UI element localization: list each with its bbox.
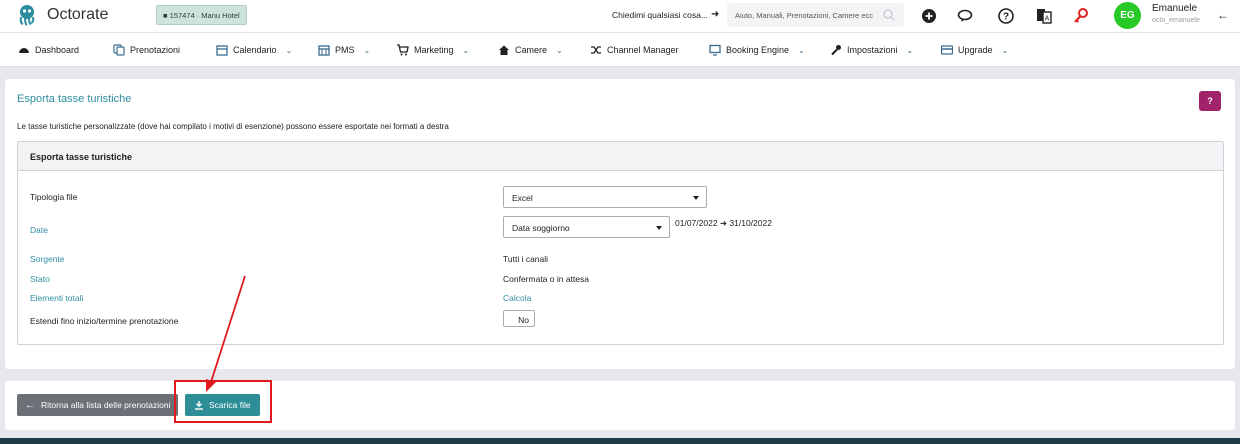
date-type-select[interactable]: Data soggiorno [503,216,670,238]
nav-label: Prenotazioni [130,45,181,55]
chevron-down-icon: ⌄ [906,45,914,55]
nav-pms[interactable]: PMS ⌄ [318,33,370,67]
source-value: Tutti i canali [503,254,549,264]
chevron-down-icon: ⌄ [462,45,470,55]
chevron-down-icon: ⌄ [798,45,805,55]
nav-channel-manager[interactable]: Channel Manager [590,33,679,67]
search-input[interactable]: Aiuto, Manuali, Prenotazioni, Camere ecc [735,11,875,20]
nav-camere[interactable]: Camere ⌄ [498,33,563,67]
back-to-bookings-button[interactable]: ← Ritorna alla lista delle prenotazioni [17,394,179,416]
help-button[interactable]: ? [1199,91,1221,111]
key-icon[interactable] [1072,7,1090,25]
date-type-value: Data soggiorno [512,223,570,233]
extend-label: Estendi fino inizio/termine prenotazione [30,316,179,326]
caret-down-icon [693,196,699,200]
chevron-down-icon: ⌄ [1001,45,1009,55]
file-type-label: Tipologia file [30,192,78,202]
arrow-right-icon: ➜ [711,9,720,20]
arrow-left-icon: ← [25,399,35,411]
chevron-down-icon: ⌄ [556,45,563,55]
nav-calendario[interactable]: Calendario ⌄ [216,33,292,67]
avatar[interactable]: EG [1114,2,1141,29]
plus-icon[interactable] [920,7,938,25]
nav-label: Booking Engine [726,45,790,55]
chat-icon[interactable] [957,7,975,25]
bottom-strip [0,438,1240,444]
nav-label: Calendario [233,45,277,55]
chevron-down-icon: ⌄ [363,45,371,55]
brand-name[interactable]: Octorate [47,6,108,24]
nav-prenotazioni[interactable]: Prenotazioni [113,33,180,67]
date-range[interactable]: 01/07/2022 ➜ 31/10/2022 [675,218,772,229]
nav-dashboard[interactable]: Dashboard [18,33,79,67]
calendar-icon [216,45,228,56]
status-value: Confermata o in attesa [503,274,589,284]
top-bar: Octorate ■ 157474 · Manu Hotel Chiedimi … [0,0,1240,33]
nav-marketing[interactable]: Marketing ⌄ [397,33,469,67]
source-label[interactable]: Sorgente [30,254,65,264]
main-nav: Dashboard Prenotazioni Calendario ⌄ PMS … [0,33,1240,67]
calculate-link[interactable]: Calcola [503,293,531,303]
dates-label[interactable]: Date [30,225,48,235]
card-icon [941,45,953,55]
nav-upgrade[interactable]: Upgrade ⌄ [941,33,1008,67]
home-icon [499,45,509,55]
nav-label: Upgrade [958,45,993,55]
toggle-value: No [518,315,529,325]
nav-label: Camere [515,45,548,55]
translate-icon[interactable]: A [1035,7,1053,25]
extend-toggle[interactable]: No [503,310,535,327]
page-title: Esporta tasse turistiche [17,93,132,105]
logout-icon[interactable]: ← [1217,8,1229,22]
octopus-logo-icon[interactable] [16,4,38,26]
ask-prompt: Chiedimi qualsiasi cosa... [612,10,708,20]
panel-header: Esporta tasse turistiche [18,142,1223,171]
user-name[interactable]: Emanuele [1152,3,1197,14]
total-items-label[interactable]: Elementi totali [30,293,83,303]
file-type-value: Excel [512,193,533,203]
bookings-icon [113,44,125,56]
date-to[interactable]: 31/10/2022 [729,218,772,228]
shuffle-icon [591,46,601,54]
caret-down-icon [656,226,662,230]
file-type-select[interactable]: Excel [503,186,707,208]
pms-icon [318,45,330,56]
nav-label: Dashboard [35,45,80,55]
nav-label: Channel Manager [607,45,679,55]
arrow-right-icon: ➜ [719,218,730,228]
help-icon[interactable]: ? [997,7,1015,25]
export-card: Esporta tasse turistiche ? Le tasse turi… [5,79,1235,369]
panel-title: Esporta tasse turistiche [30,152,133,162]
search-icon[interactable] [882,8,896,22]
highlight-box [174,380,272,423]
svg-text:A: A [1045,16,1050,23]
svg-text:?: ? [1003,12,1009,23]
nav-impostazioni[interactable]: Impostazioni ⌄ [830,33,913,67]
page-description: Le tasse turistiche personalizzate (dove… [17,122,449,131]
chevron-down-icon: ⌄ [285,45,293,55]
dashboard-icon [19,48,29,53]
export-panel: Esporta tasse turistiche Tipologia file … [17,141,1224,345]
status-label[interactable]: Stato [30,274,50,284]
cart-icon [397,44,409,56]
hotel-selector[interactable]: ■ 157474 · Manu Hotel [156,5,247,25]
user-handle: octo_emanuele [1152,17,1200,24]
nav-label: PMS [335,45,355,55]
back-button-label: Ritorna alla lista delle prenotazioni [41,400,171,410]
nav-label: Marketing [414,45,454,55]
monitor-icon [709,44,721,56]
wrench-icon [831,45,841,56]
date-from[interactable]: 01/07/2022 [675,218,718,228]
nav-label: Impostazioni [847,45,898,55]
nav-booking-engine[interactable]: Booking Engine ⌄ [709,33,805,67]
search-box[interactable]: Aiuto, Manuali, Prenotazioni, Camere ecc [727,3,904,27]
